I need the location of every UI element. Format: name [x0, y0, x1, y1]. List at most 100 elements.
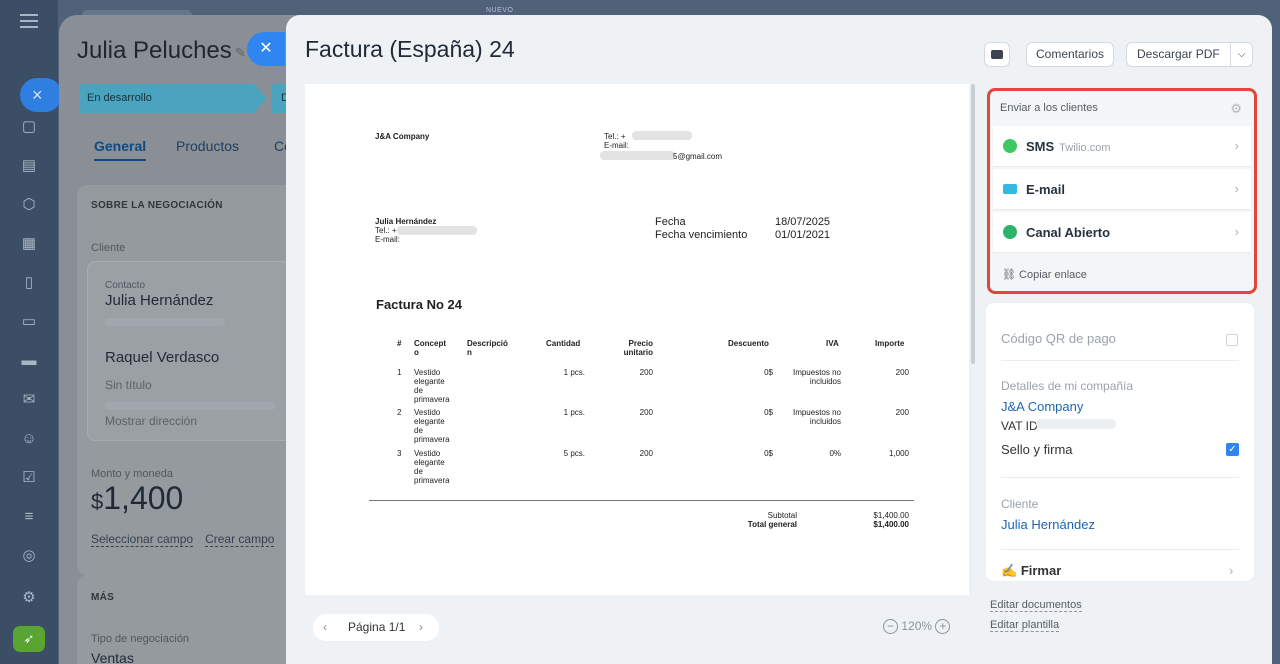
row-discount: 0$: [764, 368, 773, 377]
col-number: #: [397, 339, 402, 348]
row-price: 200: [639, 408, 653, 417]
row-qty: 1 pcs.: [563, 408, 585, 417]
printer-icon: [991, 50, 1003, 59]
send-option-email[interactable]: E-mail ›: [993, 169, 1251, 210]
company-link[interactable]: J&A Company: [1001, 399, 1083, 414]
invoice-heading: Factura No 24: [376, 297, 462, 312]
buyer-name: Julia Hernández: [375, 217, 437, 226]
menu-icon[interactable]: [20, 14, 38, 28]
crm-icon[interactable]: ⬡: [19, 195, 39, 215]
pencil-icon[interactable]: ✎: [235, 45, 246, 61]
chevron-left-icon[interactable]: ‹: [323, 620, 327, 634]
col-concept: Concept o: [414, 339, 446, 357]
close-slider-button[interactable]: ✕: [247, 32, 285, 66]
sign-button[interactable]: ✍ Firmar: [1001, 563, 1061, 579]
chevron-right-icon: ›: [1234, 224, 1239, 239]
send-option-label: SMS Twilio.com: [1026, 139, 1111, 154]
document-details-card: Código QR de pago Detalles de mi compañí…: [986, 303, 1254, 581]
col-discount: Descuento: [728, 339, 769, 348]
deal-card: Julia Peluches ✎ En desarrollo D General…: [59, 15, 319, 664]
edit-documents-link[interactable]: Editar documentos: [990, 599, 1082, 612]
chat-icon[interactable]: ▢: [19, 117, 39, 137]
calendar-icon[interactable]: ▦: [19, 234, 39, 254]
blurred-value: [397, 226, 477, 235]
tab-general[interactable]: General: [94, 138, 147, 161]
deal-type-label: Tipo de negociación: [91, 633, 190, 645]
row-number: 1: [397, 368, 402, 377]
gear-icon[interactable]: ⚙: [1230, 101, 1242, 117]
send-header: Enviar a los clientes: [1000, 102, 1098, 114]
tab-products[interactable]: Productos: [176, 138, 239, 154]
signature-icon: ✍: [1001, 563, 1018, 578]
vat-id-label: VAT ID: [1001, 419, 1038, 433]
col-description: Descripció n: [467, 339, 508, 357]
create-field-link[interactable]: Crear campo: [205, 532, 275, 547]
company-sub: Sin título: [105, 378, 152, 392]
select-field-link[interactable]: Seleccionar campo: [91, 532, 194, 547]
seller-email: 5@gmail.com: [673, 152, 723, 161]
zoom-out-icon[interactable]: −: [883, 619, 898, 635]
blurred-value: [632, 131, 692, 140]
zoom-control: − 120% +: [883, 619, 951, 635]
mail-icon[interactable]: ✉: [19, 390, 39, 410]
stage-in-progress[interactable]: En desarrollo: [79, 84, 267, 113]
document-icon[interactable]: ▯: [19, 273, 39, 293]
download-pdf-button[interactable]: Descargar PDF ⌵: [1126, 42, 1253, 67]
copy-link-button[interactable]: ⛓ Copiar enlace: [1002, 268, 1087, 281]
seller-name: J&A Company: [375, 132, 430, 141]
deal-amount: $1,400: [91, 480, 184, 516]
contact-name[interactable]: Julia Hernández: [105, 292, 213, 309]
chevron-right-icon: ›: [1234, 181, 1239, 196]
subtotal-value: $1,400.00: [873, 511, 909, 520]
rocket-icon[interactable]: ➶: [13, 626, 45, 652]
row-vat: Impuestos no incluidos: [792, 368, 841, 386]
send-option-label: Canal Abierto: [1026, 225, 1111, 240]
company-name[interactable]: Raquel Verdasco: [105, 349, 219, 366]
chevron-down-icon[interactable]: ⌵: [1230, 43, 1252, 66]
row-price: 200: [639, 368, 653, 377]
contacts-icon[interactable]: ☺: [19, 429, 39, 449]
zoom-in-icon[interactable]: +: [935, 619, 951, 635]
row-concept: Vestido elegante de primavera: [414, 408, 450, 444]
col-amount: Importe: [875, 339, 905, 348]
send-option-sms[interactable]: SMS Twilio.com ›: [993, 126, 1251, 167]
row-vat: 0%: [829, 449, 841, 458]
tasks-icon[interactable]: ☑: [19, 468, 39, 488]
contact-label: Contacto: [105, 280, 146, 291]
invoice-panel: Factura (España) 24 Comentarios Descarga…: [286, 15, 1272, 664]
client-link[interactable]: Julia Hernández: [1001, 517, 1095, 532]
envelope-icon: [1003, 184, 1017, 194]
seller-tel: Tel.: +: [604, 132, 626, 141]
buyer-tel: Tel.: +: [375, 226, 397, 235]
row-qty: 5 pcs.: [563, 449, 585, 458]
send-option-open-channel[interactable]: Canal Abierto ›: [993, 212, 1251, 253]
print-button[interactable]: [984, 42, 1010, 67]
row-concept: Vestido elegante de primavera: [414, 449, 450, 485]
divider: [1001, 477, 1239, 478]
show-address-link[interactable]: Mostrar dirección: [105, 414, 197, 428]
stamp-checkbox[interactable]: ✓: [1226, 443, 1239, 456]
row-vat: Impuestos no incluidos: [792, 408, 841, 426]
deal-type-value: Ventas: [91, 650, 134, 664]
scrollbar[interactable]: [971, 84, 975, 364]
close-icon[interactable]: ×: [20, 78, 62, 112]
link-icon: ⛓: [1002, 269, 1016, 281]
chevron-right-icon: ›: [1229, 563, 1234, 578]
feed-icon[interactable]: ▤: [19, 156, 39, 176]
client-label: Cliente: [1001, 497, 1039, 511]
card-icon[interactable]: ▬: [19, 351, 39, 371]
divider: [1001, 549, 1239, 550]
seller-email-label: E-mail:: [604, 141, 629, 150]
comments-button[interactable]: Comentarios: [1026, 42, 1114, 67]
edit-template-link[interactable]: Editar plantilla: [990, 619, 1060, 632]
buyer-email: E-mail:: [375, 235, 400, 244]
section-title: SOBRE LA NEGOCIACIÓN: [91, 200, 223, 211]
chevron-right-icon: ›: [1234, 138, 1239, 153]
robot-icon[interactable]: ◎: [19, 546, 39, 566]
filter-icon[interactable]: ≡: [19, 507, 39, 527]
settings-icon[interactable]: ⚙: [19, 588, 39, 608]
col-unit-price: Precio unitario: [623, 339, 653, 357]
qr-code-checkbox[interactable]: [1226, 334, 1238, 346]
board-icon[interactable]: ▭: [19, 312, 39, 332]
chevron-right-icon[interactable]: ›: [419, 620, 423, 634]
